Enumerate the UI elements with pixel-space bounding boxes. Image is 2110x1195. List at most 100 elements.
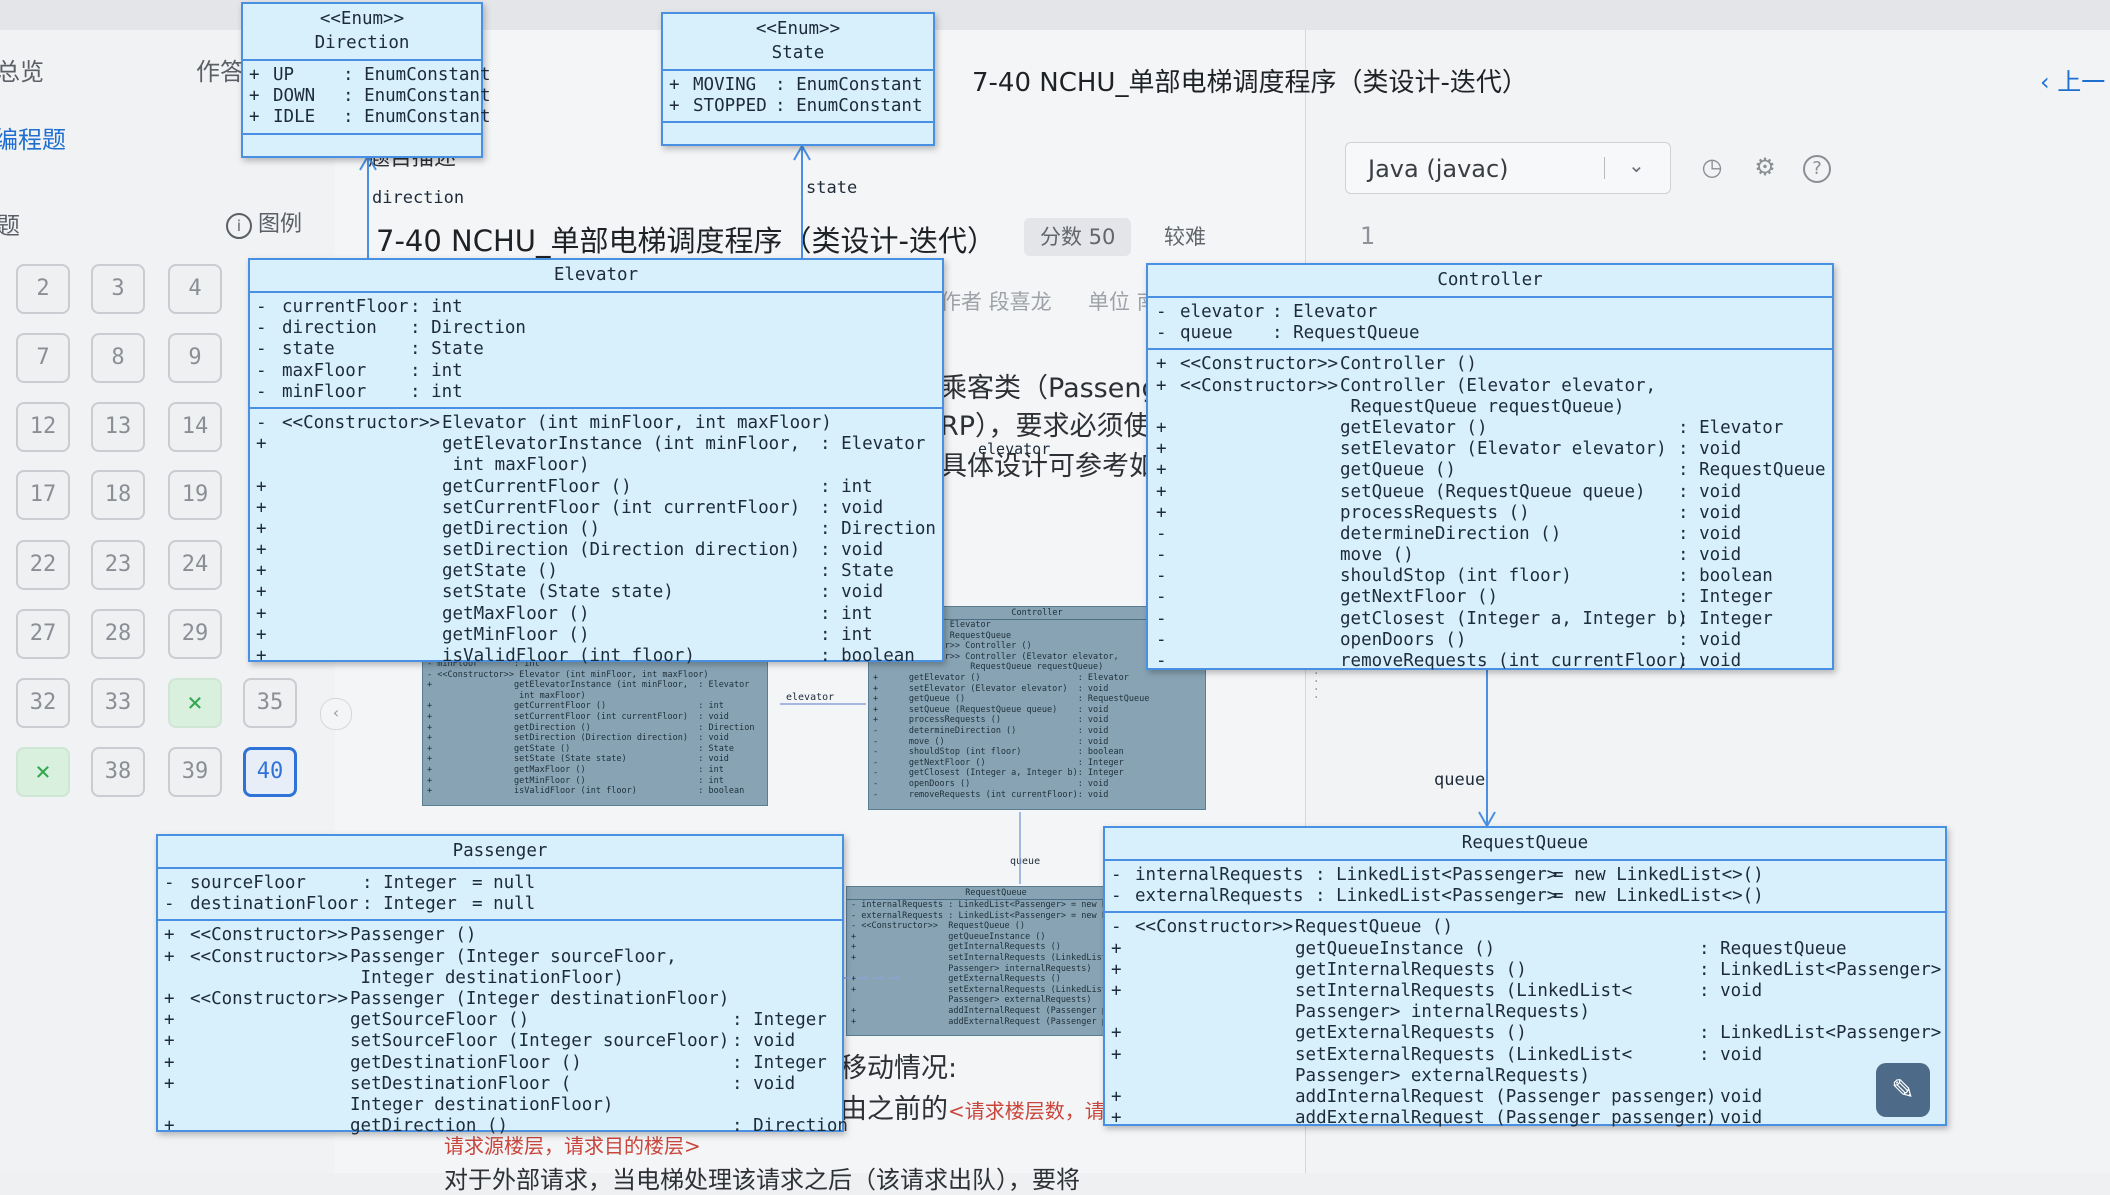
uml-stereotype: <<Enum>> [755, 19, 841, 39]
uml-method-row: - <<Constructor>> RequestQueue () [1111, 917, 1454, 938]
uml-method-row: + setElevator (Elevator elevator): void [1156, 439, 1742, 460]
uml-enum-row: + UP: EnumConstant [249, 65, 491, 85]
uml-class-requestqueue: RequestQueue - internalRequests: LinkedLis… [1103, 826, 1947, 1128]
uml-class-header: Elevator [250, 260, 942, 293]
uml-field-row: - destinationFloor: Integer = null [164, 894, 536, 915]
uml-method-row: + getMinFloor (): int [256, 624, 873, 645]
uml-fields: - elevator: Elevator - queue: RequestQueue [1148, 298, 1832, 351]
uml-method-row: - <<Constructor>> Elevator (int minFloor, … [256, 412, 832, 433]
uml-methods: - <<Constructor>> Elevator (int minFloor, … [250, 409, 942, 671]
uml-method-row: - openDoors (): void [1156, 629, 1742, 650]
uml-class-header: Passenger [158, 836, 842, 869]
uml-field-row: - state: State [256, 339, 484, 360]
uml-field-row: - internalRequests: LinkedList<Passenger>… [1111, 865, 1764, 885]
uml-fields: - currentFloor: int - direction: Direction -… [250, 293, 942, 409]
uml-method-row: + getExternalRequests (): LinkedList<Pass… [1111, 1023, 1942, 1044]
uml-class-passenger: Passenger - sourceFloor: Integer = null - des… [156, 834, 848, 1136]
uml-method-row: Passenger> externalRequests) [1295, 1065, 1591, 1086]
uml-enum-state: <<Enum>> State + MOVING: EnumConstant + STOPP… [661, 12, 935, 146]
uml-method-row: - determineDirection (): void [1156, 523, 1742, 544]
uml-field-row: - queue: RequestQueue [1156, 323, 1420, 344]
uml-method-row: + getElevator (): Elevator [1156, 417, 1784, 438]
uml-method-row: + getState (): State [256, 561, 894, 582]
uml-class-header: Controller [1148, 265, 1832, 298]
uml-class-name: Elevator [553, 265, 639, 285]
uml-method-row: + <<Constructor>> Passenger (Integer desti… [164, 988, 730, 1009]
uml-method-row: + <<Constructor>> Passenger () [164, 925, 477, 946]
uml-class-name: Controller [1437, 270, 1543, 290]
uml-method-row: + getCurrentFloor (): int [256, 476, 873, 497]
uml-method-row: + setSourceFloor (Integer sourceFloor): v… [164, 1031, 796, 1052]
uml-method-row: + setQueue (RequestQueue queue): void [1156, 481, 1742, 502]
uml-method-row: + getSourceFloor (): Integer [164, 1010, 827, 1031]
uml-fields: - internalRequests: LinkedList<Passenger>… [1105, 861, 1945, 914]
uml-enum-row: + DOWN: EnumConstant [249, 86, 491, 107]
uml-stereotype: <<Enum>> [319, 9, 405, 29]
uml-class-header: RequestQueue [1105, 828, 1945, 861]
uml-class-name: Passenger [452, 841, 548, 861]
uml-fields: - sourceFloor: Integer = null - destinationF… [158, 869, 842, 922]
queue-label: queue [1434, 770, 1486, 790]
uml-method-row: + isValidFloor (int floor): boolean [256, 646, 915, 666]
uml-method-row: - move (): void [1156, 545, 1742, 566]
uml-enum-row: + STOPPED: EnumConstant [669, 96, 923, 117]
elevator-label: elevator [978, 440, 1051, 458]
uml-enum-row: + MOVING: EnumConstant [669, 75, 923, 95]
uml-empty-section [243, 135, 481, 155]
uml-enum-direction: <<Enum>> Direction + UP: EnumConstant + DOWN:… [241, 2, 491, 158]
uml-method-row: int maxFloor) [442, 455, 590, 476]
uml-field-row: - maxFloor: int [256, 360, 463, 381]
uml-method-row: + addInternalRequest (Passenger passenger… [1111, 1086, 1763, 1107]
uml-class-name: RequestQueue [1461, 833, 1589, 853]
uml-field-row: - direction: Direction [256, 318, 526, 339]
uml-method-row: + getDestinationFloor (): Integer [164, 1052, 827, 1073]
uml-method-row: + getElevatorInstance (int minFloor,: Ele… [256, 434, 926, 455]
uml-method-row: Integer destinationFloor) [350, 1094, 614, 1115]
uml-method-row: - getNextFloor (): Integer [1156, 587, 1773, 608]
uml-method-row: RequestQueue requestQueue) [1340, 396, 1625, 417]
uml-method-row: + <<Constructor>> Passenger (Integer sourc… [164, 946, 677, 967]
uml-method-row: + getQueue (): RequestQueue [1156, 460, 1826, 481]
uml-method-row: Passenger> internalRequests) [1295, 1002, 1591, 1023]
uml-field-row: - minFloor: int [256, 381, 463, 402]
uml-enum-constants: + UP: EnumConstant + DOWN: EnumConstant + IDL… [243, 61, 491, 135]
uml-method-row: + setCurrentFloor (int currentFloor): voi… [256, 497, 884, 518]
uml-class-header: <<Enum>> Direction [243, 4, 481, 61]
magic-wand-icon[interactable]: ✎ [1876, 1063, 1930, 1117]
uml-methods: + <<Constructor>> Controller () + <<Construc… [1148, 350, 1832, 676]
uml-method-row: + getQueueInstance (): RequestQueue [1111, 938, 1847, 959]
uml-method-row: + getInternalRequests (): LinkedList<Pass… [1111, 959, 1942, 980]
uml-empty-section [663, 123, 933, 143]
uml-method-row: + getMaxFloor (): int [256, 603, 873, 624]
uml-method-row: + setDirection (Direction direction): voi… [256, 540, 884, 561]
uml-class-header: <<Enum>> State [663, 14, 933, 71]
uml-method-row: + getDirection (): Direction [164, 1116, 848, 1137]
state-label: state [806, 178, 858, 198]
uml-field-row: - externalRequests: LinkedList<Passenger>… [1111, 886, 1764, 907]
uml-method-row: - shouldStop (int floor): boolean [1156, 566, 1773, 587]
uml-method-row: + processRequests (): void [1156, 502, 1742, 523]
uml-method-row: + <<Constructor>> Controller (Elevator ele… [1156, 375, 1657, 396]
uml-method-row: + addExternalRequest (Passenger passenger… [1111, 1108, 1763, 1129]
uml-method-row: - removeRequests (int currentFloor): void [1156, 651, 1742, 671]
uml-method-row: + getDirection (): Direction [256, 518, 936, 539]
uml-class-name: State [771, 43, 825, 63]
uml-method-row: + <<Constructor>> Controller () [1156, 354, 1477, 375]
uml-method-row: + setDestinationFloor (: void [164, 1073, 796, 1094]
uml-field-row: - elevator: Elevator [1156, 302, 1378, 322]
uml-field-row: - sourceFloor: Integer = null [164, 873, 536, 893]
uml-method-row: Integer destinationFloor) [350, 967, 624, 988]
uml-class-controller: Controller - elevator: Elevator - queue: Req… [1146, 263, 1834, 671]
uml-field-row: - currentFloor: int [256, 297, 463, 317]
uml-methods: - <<Constructor>> RequestQueue () + getQueue… [1105, 913, 1945, 1133]
uml-class-elevator: Elevator - currentFloor: int - direction: Di… [248, 258, 944, 666]
uml-method-row: + setInternalRequests (LinkedList<: void [1111, 980, 1763, 1001]
uml-class-name: Direction [314, 33, 410, 53]
uml-methods: + <<Constructor>> Passenger () + <<Construct… [158, 921, 848, 1141]
uml-method-row: + setState (State state): void [256, 582, 884, 603]
uml-method-row: + setExternalRequests (LinkedList<: void [1111, 1044, 1763, 1065]
uml-enum-row: + IDLE: EnumConstant [249, 107, 491, 128]
uml-method-row: - getClosest (Integer a, Integer b): Inte… [1156, 608, 1773, 629]
uml-enum-constants: + MOVING: EnumConstant + STOPPED: EnumConst… [663, 71, 933, 124]
direction-label: direction [372, 188, 465, 208]
